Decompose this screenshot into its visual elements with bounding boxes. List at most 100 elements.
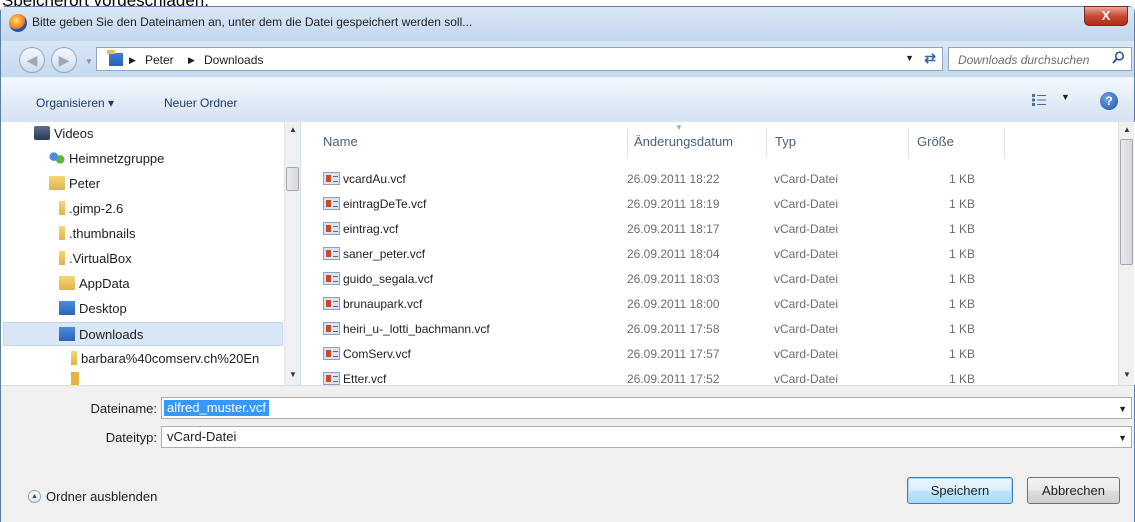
- homegroup-icon: [49, 151, 65, 165]
- file-list-pane: Name ▼ Änderungsdatum Typ Größe vcardAu.…: [301, 122, 1135, 385]
- filetype-value: vCard-Datei: [167, 429, 237, 444]
- table-row[interactable]: eintrag.vcf 26.09.2011 18:17 vCard-Datei 1 …: [323, 217, 1003, 242]
- tree-item-partial-folder-icon: [71, 372, 79, 385]
- hide-folders-label: Ordner ausblenden: [46, 489, 158, 504]
- column-separator[interactable]: [1004, 128, 1005, 158]
- tree-item-desktop[interactable]: Desktop: [59, 297, 127, 321]
- tree-item-thumbnails[interactable]: .thumbnails: [59, 222, 135, 246]
- scroll-down-icon[interactable]: ▼: [1119, 367, 1135, 383]
- save-dialog: Bitte geben Sie den Dateinamen an, unter…: [0, 6, 1135, 522]
- column-separator[interactable]: [908, 128, 909, 158]
- tree-item-label: Heimnetzgruppe: [69, 151, 165, 166]
- column-separator[interactable]: [766, 128, 767, 158]
- back-arrow-icon: ◀: [26, 52, 38, 68]
- tree-item-label: Peter: [69, 176, 101, 191]
- tree-item-gimp[interactable]: .gimp-2.6: [59, 197, 123, 221]
- help-button[interactable]: ?: [1100, 92, 1118, 110]
- search-box[interactable]: Downloads durchsuchen: [948, 47, 1132, 71]
- tree-item-heimnetzgruppe[interactable]: Heimnetzgruppe: [49, 147, 164, 171]
- collapse-icon: ▲: [28, 490, 41, 503]
- table-row[interactable]: eintragDeTe.vcf 26.09.2011 18:19 vCard-Dat…: [323, 192, 1003, 217]
- tree-item-appdata[interactable]: AppData: [59, 272, 130, 296]
- scroll-down-icon[interactable]: ▼: [285, 367, 300, 383]
- search-icon[interactable]: [1112, 51, 1125, 64]
- breadcrumb-downloads[interactable]: Downloads: [204, 53, 263, 67]
- address-bar[interactable]: ▶ Peter ▶ Downloads ▼ ⇄: [96, 47, 943, 71]
- new-folder-button[interactable]: Neuer Ordner: [164, 96, 237, 110]
- tree-item-label: .thumbnails: [69, 226, 136, 241]
- close-button[interactable]: X: [1084, 6, 1128, 26]
- file-size: 1 KB: [948, 347, 975, 361]
- nav-pane-scrollbar[interactable]: ▲ ▼: [284, 122, 300, 385]
- view-details-icon: [1032, 94, 1046, 106]
- save-button[interactable]: Speichern: [907, 477, 1013, 504]
- column-header-name[interactable]: Name: [323, 134, 358, 149]
- tree-item-label: .VirtualBox: [69, 251, 132, 266]
- column-header-size[interactable]: Größe: [917, 134, 954, 149]
- chevron-down-icon[interactable]: ▼: [1118, 404, 1127, 414]
- tree-item-label: Desktop: [79, 301, 127, 316]
- table-row[interactable]: vcardAu.vcf 26.09.2011 18:22 vCard-Datei 1 …: [323, 167, 1003, 192]
- user-folder-icon: [49, 176, 65, 190]
- scrollbar-thumb[interactable]: [1120, 139, 1133, 265]
- tree-item-videos[interactable]: Videos: [34, 122, 94, 146]
- hide-folders-toggle[interactable]: ▲ Ordner ausblenden: [28, 489, 157, 504]
- refresh-icon[interactable]: ⇄: [924, 50, 936, 67]
- breadcrumb-peter[interactable]: Peter: [145, 53, 174, 67]
- cancel-button[interactable]: Abbrechen: [1027, 477, 1120, 504]
- filetype-select[interactable]: vCard-Datei ▼: [161, 426, 1132, 448]
- file-size: 1 KB: [948, 297, 975, 311]
- filetype-label: Dateityp:: [105, 430, 157, 445]
- tree-item-virtualbox[interactable]: .VirtualBox: [59, 247, 132, 271]
- back-button[interactable]: ◀: [19, 47, 45, 73]
- sort-indicator-icon: ▼: [675, 123, 683, 132]
- scrollbar-thumb[interactable]: [286, 167, 299, 191]
- filename-value[interactable]: alfred_muster.vcf: [164, 400, 269, 416]
- chevron-down-icon: ▼: [1061, 92, 1070, 102]
- file-size: 1 KB: [948, 322, 975, 336]
- file-size: 1 KB: [948, 247, 975, 261]
- column-header-date[interactable]: Änderungsdatum: [634, 134, 733, 149]
- recent-pages-dropdown-icon[interactable]: ▼: [85, 57, 93, 66]
- file-size: 1 KB: [948, 272, 975, 286]
- dialog-bottom-panel: Dateiname: alfred_muster.vcf ▼ Dateityp:…: [1, 385, 1134, 522]
- breadcrumb-separator-icon[interactable]: ▶: [129, 55, 136, 66]
- column-separator[interactable]: [627, 128, 628, 158]
- filename-label: Dateiname:: [90, 401, 157, 416]
- column-header-type[interactable]: Typ: [775, 134, 796, 149]
- forward-arrow-icon: ▶: [58, 52, 70, 68]
- breadcrumb-separator-icon[interactable]: ▶: [188, 55, 195, 66]
- table-row[interactable]: saner_peter.vcf 26.09.2011 18:04 vCard-Dat…: [323, 242, 1003, 267]
- file-size: 1 KB: [948, 222, 975, 236]
- folder-icon: [71, 351, 77, 365]
- file-list-scrollbar[interactable]: ▲ ▼: [1118, 122, 1134, 385]
- tree-item-barbara[interactable]: barbara%40comserv.ch%20En: [71, 347, 283, 371]
- screen: Speicherort vorgeschlagen. Bitte geben S…: [0, 0, 1135, 522]
- tree-item-label: AppData: [79, 276, 130, 291]
- videos-icon: [34, 126, 50, 140]
- file-size: 1 KB: [948, 172, 975, 186]
- filename-field[interactable]: alfred_muster.vcf ▼: [161, 397, 1132, 419]
- table-row[interactable]: guido_segala.vcf 26.09.2011 18:03 vCard-Da…: [323, 267, 1003, 292]
- address-dropdown-icon[interactable]: ▼: [905, 53, 914, 63]
- navigation-pane: Videos Heimnetzgruppe Peter .gimp-2.6 .t…: [1, 122, 301, 385]
- table-row[interactable]: Etter.vcf 26.09.2011 17:52 vCard-Datei 1 KB: [323, 367, 1003, 385]
- search-placeholder: Downloads durchsuchen: [958, 53, 1090, 67]
- forward-button[interactable]: ▶: [51, 47, 77, 73]
- table-row[interactable]: brunaupark.vcf 26.09.2011 18:00 vCard-Date…: [323, 292, 1003, 317]
- file-size: 1 KB: [948, 372, 975, 385]
- folder-icon: [59, 201, 65, 215]
- table-row[interactable]: ComServ.vcf 26.09.2011 17:57 vCard-Datei 1 …: [323, 342, 1003, 367]
- tree-item-label: Downloads: [79, 327, 144, 342]
- file-size: 1 KB: [948, 197, 975, 211]
- table-row[interactable]: heiri_u-_lotti_bachmann.vcf 26.09.2011 17…: [323, 317, 1003, 342]
- organize-button[interactable]: Organisieren ▾: [36, 96, 114, 110]
- scroll-up-icon[interactable]: ▲: [1119, 122, 1135, 138]
- tree-item-peter[interactable]: Peter: [49, 172, 100, 196]
- tree-item-label: Videos: [54, 126, 94, 141]
- chevron-down-icon[interactable]: ▼: [1118, 433, 1127, 443]
- title-bar[interactable]: Bitte geben Sie den Dateinamen an, unter…: [1, 6, 1134, 41]
- scroll-up-icon[interactable]: ▲: [285, 122, 300, 138]
- change-view-button[interactable]: ▼: [1031, 92, 1073, 112]
- tree-item-downloads[interactable]: Downloads: [3, 322, 283, 346]
